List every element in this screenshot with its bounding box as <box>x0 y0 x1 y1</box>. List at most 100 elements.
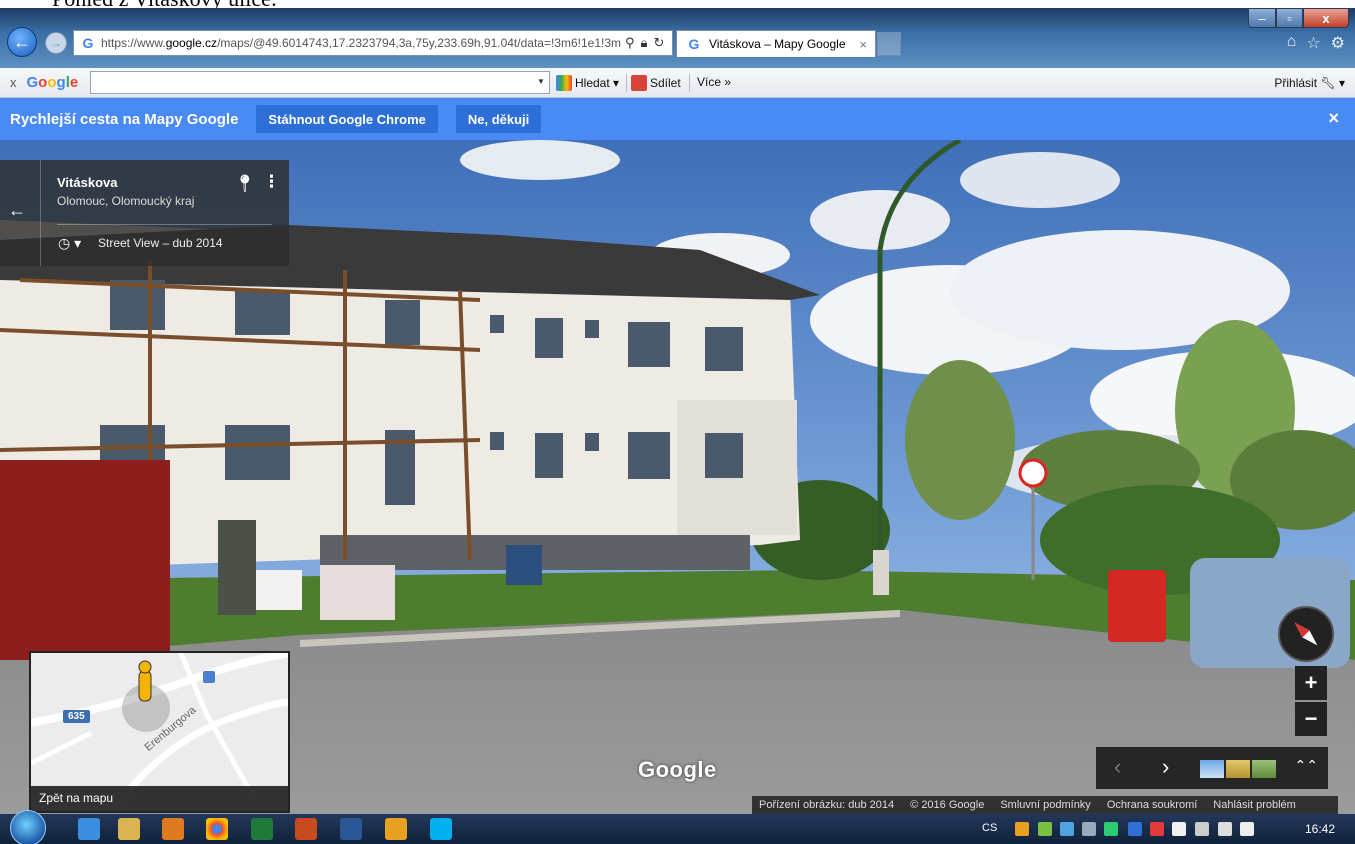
photo-thumbnail[interactable] <box>1252 760 1276 778</box>
map-pin-icon[interactable]: 📍︎ <box>234 174 256 194</box>
share-icon <box>631 75 647 91</box>
windows-taskbar: CS 16:42 <box>0 810 1355 844</box>
tray-app-icon[interactable] <box>1015 822 1029 836</box>
photo-thumbnail[interactable] <box>1200 760 1224 778</box>
zoom-in-button[interactable]: + <box>1295 666 1327 700</box>
toolbar-search-input[interactable] <box>90 71 550 94</box>
close-window-button[interactable]: x <box>1303 8 1349 28</box>
start-button[interactable] <box>10 810 46 844</box>
browser-right-icons: ⌂ ☆ ⚙ <box>1287 33 1345 53</box>
document-caption: Pohled z Vitáskovy ulice: <box>0 0 1355 8</box>
address-bar[interactable]: G https://www.google.cz/maps/@49.6014743… <box>73 30 673 56</box>
map-footer: Pořízení obrázku: dub 2014 © 2016 Google… <box>752 796 1338 814</box>
home-icon[interactable]: ⌂ <box>1287 33 1297 53</box>
google-toolbar: x Google ▼ Hledat ▾ Sdílet Více » Přihlá… <box>0 68 1355 98</box>
back-to-map-button[interactable]: Zpět na mapu <box>31 786 288 811</box>
toolbar-divider <box>626 74 627 92</box>
settings-gear-icon[interactable]: ⚙ <box>1331 33 1345 53</box>
google-search-icon <box>556 75 572 91</box>
network-icon[interactable] <box>1218 822 1232 836</box>
search-label: Hledat <box>575 76 610 90</box>
tray-app-icon[interactable] <box>1082 822 1096 836</box>
photo-strip: ‹ › ⌃⌃ <box>1096 747 1328 789</box>
ie-icon[interactable] <box>78 818 100 840</box>
privacy-link[interactable]: Ochrana soukromí <box>1107 799 1197 811</box>
tab-close-icon[interactable]: × <box>859 37 867 52</box>
explorer-icon[interactable] <box>118 818 140 840</box>
powerpoint-icon[interactable] <box>295 818 317 840</box>
google-tab-icon: G <box>688 36 700 52</box>
toolbar-close-icon[interactable]: x <box>10 75 17 90</box>
signin-label: Přihlásit <box>1274 76 1318 90</box>
report-problem-link[interactable]: Nahlásit problém <box>1213 799 1296 811</box>
chrome-icon[interactable] <box>206 818 228 840</box>
location-title: Vitáskova <box>57 175 118 190</box>
search-dropdown-icon[interactable]: ▼ <box>537 77 545 86</box>
toolbar-search-button[interactable]: Hledat ▾ <box>556 75 619 91</box>
google-logo: Google <box>26 74 79 91</box>
search-icon[interactable]: ⚲ <box>625 35 635 51</box>
compass-graphic <box>1294 622 1318 646</box>
tray-app-icon[interactable] <box>1150 822 1164 836</box>
taskbar-clock[interactable]: 16:42 <box>1305 822 1335 836</box>
toolbar-share-button[interactable]: Sdílet <box>631 75 681 91</box>
more-options-icon[interactable]: ⋮ <box>263 172 280 192</box>
tray-app-icon[interactable] <box>1038 822 1052 836</box>
google-watermark: Google <box>638 757 717 782</box>
maximize-button[interactable]: ▫ <box>1276 8 1303 28</box>
compass-icon[interactable] <box>1278 606 1334 662</box>
new-tab-button[interactable] <box>877 32 901 56</box>
language-indicator[interactable]: CS <box>982 822 997 834</box>
next-arrow-icon[interactable]: › <box>1162 754 1169 780</box>
clock-app-icon[interactable] <box>385 818 407 840</box>
refresh-icon[interactable]: ↻ <box>653 35 664 51</box>
promo-text: Rychlejší cesta na Mapy Google <box>10 110 239 128</box>
favorites-star-icon[interactable]: ☆ <box>1306 33 1320 53</box>
tray-app-icon[interactable] <box>1195 822 1209 836</box>
capture-date: Pořízení obrázku: dub 2014 <box>759 799 895 811</box>
lock-icon[interactable]: 🔒︎ <box>641 35 648 51</box>
back-arrow-icon[interactable]: ← <box>8 200 34 221</box>
photo-thumbnail[interactable] <box>1226 760 1250 778</box>
prev-arrow-icon[interactable]: ‹ <box>1114 754 1121 780</box>
tab-title: Vitáskova – Mapy Google <box>709 37 846 51</box>
media-player-icon[interactable] <box>162 818 184 840</box>
word-icon[interactable] <box>340 818 362 840</box>
excel-icon[interactable] <box>251 818 273 840</box>
minimap[interactable]: 635 Erenburgova Zpět na mapu <box>29 651 290 813</box>
tray-app-icon[interactable] <box>1104 822 1118 836</box>
minimize-button[interactable]: – <box>1248 8 1276 28</box>
url-prefix: https://www. <box>101 36 166 50</box>
location-subtitle: Olomouc, Olomoucký kraj <box>57 194 195 208</box>
location-info-card: ← Vitáskova Olomouc, Olomoucký kraj 📍︎ ⋮… <box>0 160 289 266</box>
volume-icon[interactable] <box>1240 822 1254 836</box>
decline-button[interactable]: Ne, děkuji <box>455 105 542 133</box>
card-divider <box>40 160 41 266</box>
terms-link[interactable]: Smluvní podmínky <box>1000 799 1090 811</box>
promo-close-icon[interactable]: × <box>1328 108 1339 129</box>
zoom-out-button[interactable]: − <box>1295 702 1327 736</box>
expand-icon[interactable]: ⌃⌃ <box>1295 757 1318 774</box>
share-label: Sdílet <box>650 76 681 90</box>
arrow-right-icon: → <box>50 36 62 50</box>
forward-button[interactable]: → <box>45 32 67 54</box>
wrench-icon[interactable]: 🔧︎ <box>1320 76 1335 90</box>
address-icons: ⚲ 🔒︎ ↻ <box>625 35 664 51</box>
download-chrome-button[interactable]: Stáhnout Google Chrome <box>256 105 438 133</box>
url-domain: google.cz <box>165 36 218 50</box>
copyright: © 2016 Google <box>910 799 985 811</box>
bluetooth-icon[interactable] <box>1128 822 1142 836</box>
url-text[interactable]: https://www.google.cz/maps/@49.6014743,1… <box>101 36 621 50</box>
history-clock-icon[interactable]: ◷ ▾ <box>58 235 81 252</box>
caption-text: Pohled z Vitáskovy ulice: <box>52 0 277 8</box>
skype-icon[interactable] <box>430 818 452 840</box>
action-center-flag-icon[interactable] <box>1172 822 1186 836</box>
tray-app-icon[interactable] <box>1060 822 1074 836</box>
back-button[interactable]: ← <box>7 27 37 57</box>
browser-tab[interactable]: G Vitáskova – Mapy Google × <box>676 30 876 57</box>
toolbar-more-button[interactable]: Více » <box>697 75 731 89</box>
url-path: /maps/@49.6014743,17.2323794,3a,75y,233.… <box>217 36 621 50</box>
window-controls: – ▫ x <box>1248 8 1349 28</box>
toolbar-signin[interactable]: Přihlásit 🔧︎ ▾ <box>1274 76 1345 90</box>
arrow-left-icon: ← <box>13 31 31 52</box>
